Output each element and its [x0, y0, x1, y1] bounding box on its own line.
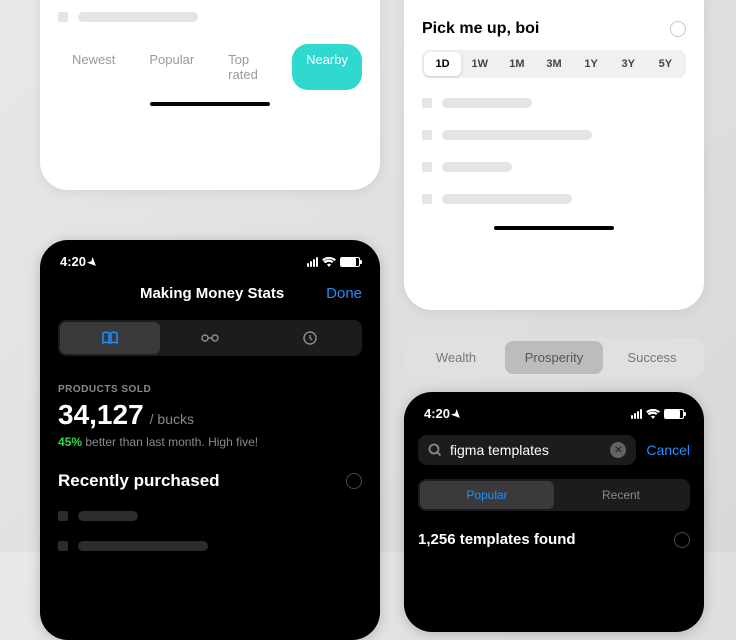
search-input[interactable]: figma templates ✕ [418, 435, 636, 465]
glasses-icon [200, 333, 220, 343]
done-button[interactable]: Done [326, 285, 362, 302]
home-indicator [150, 102, 270, 106]
filter-tab-nearby[interactable]: Nearby [292, 44, 362, 90]
radio-icon[interactable] [674, 532, 690, 548]
time-range-card: Pick me up, boi 1D 1W 1M 3M 1Y 3Y 5Y [404, 0, 704, 310]
pick-title: Pick me up, boi [422, 20, 539, 38]
range-1y[interactable]: 1Y [573, 52, 610, 76]
range-1d[interactable]: 1D [424, 52, 461, 76]
tab-recent[interactable]: Recent [554, 481, 688, 509]
range-1w[interactable]: 1W [461, 52, 498, 76]
radio-icon[interactable] [346, 473, 362, 489]
book-icon [101, 331, 119, 345]
category-segment: Wealth Prosperity Success [404, 338, 704, 377]
status-bar: 4:20➤ [404, 392, 704, 429]
segment-prosperity[interactable]: Prosperity [505, 341, 603, 374]
list-item [422, 98, 686, 108]
delta-percentage: 45% [58, 435, 82, 449]
stats-unit: / bucks [150, 411, 194, 427]
stats-card: 4:20➤ Making Money Stats Done PRODUCTS S… [40, 240, 380, 640]
search-card: 4:20➤ figma templates ✕ Cancel Popular R… [404, 392, 704, 632]
list-item [40, 531, 380, 561]
segment-wealth[interactable]: Wealth [407, 341, 505, 374]
list-item [422, 194, 686, 204]
clock-icon [302, 330, 318, 346]
segment-book[interactable] [60, 322, 160, 354]
recent-title: Recently purchased [58, 471, 220, 491]
filter-tab-popular[interactable]: Popular [135, 44, 208, 90]
list-item [422, 162, 686, 172]
results-count: 1,256 templates found [418, 531, 576, 548]
cancel-button[interactable]: Cancel [646, 442, 690, 458]
delta-text: better than last month. High five! [82, 435, 258, 449]
range-1m[interactable]: 1M [498, 52, 535, 76]
segment-success[interactable]: Success [603, 341, 701, 374]
status-bar: 4:20➤ [40, 240, 380, 277]
range-5y[interactable]: 5Y [647, 52, 684, 76]
view-segment [58, 320, 362, 356]
stats-value: 34,127 [58, 399, 144, 431]
location-arrow-icon: ➤ [449, 407, 465, 423]
list-item [58, 12, 362, 22]
filter-tab-newest[interactable]: Newest [58, 44, 129, 90]
wifi-icon [322, 257, 336, 267]
filter-tabs: Newest Popular Top rated Nearby [58, 44, 362, 90]
filter-card: Newest Popular Top rated Nearby [40, 0, 380, 190]
signal-icon [307, 257, 318, 267]
time-range-segment: 1D 1W 1M 3M 1Y 3Y 5Y [422, 50, 686, 78]
radio-icon[interactable] [670, 21, 686, 37]
list-item [422, 130, 686, 140]
signal-icon [631, 409, 642, 419]
stats-label: PRODUCTS SOLD [58, 384, 362, 395]
search-tabs: Popular Recent [418, 479, 690, 511]
segment-clock[interactable] [260, 322, 360, 354]
home-indicator [494, 226, 614, 230]
wifi-icon [646, 409, 660, 419]
battery-icon [664, 409, 684, 419]
range-3y[interactable]: 3Y [610, 52, 647, 76]
battery-icon [340, 257, 360, 267]
page-title: Making Money Stats [98, 285, 326, 302]
list-item [40, 501, 380, 531]
range-3m[interactable]: 3M [535, 52, 572, 76]
location-arrow-icon: ➤ [85, 255, 101, 271]
filter-tab-top-rated[interactable]: Top rated [214, 44, 286, 90]
clear-button[interactable]: ✕ [610, 442, 626, 458]
tab-popular[interactable]: Popular [420, 481, 554, 509]
search-icon [428, 443, 442, 457]
segment-glasses[interactable] [160, 322, 260, 354]
